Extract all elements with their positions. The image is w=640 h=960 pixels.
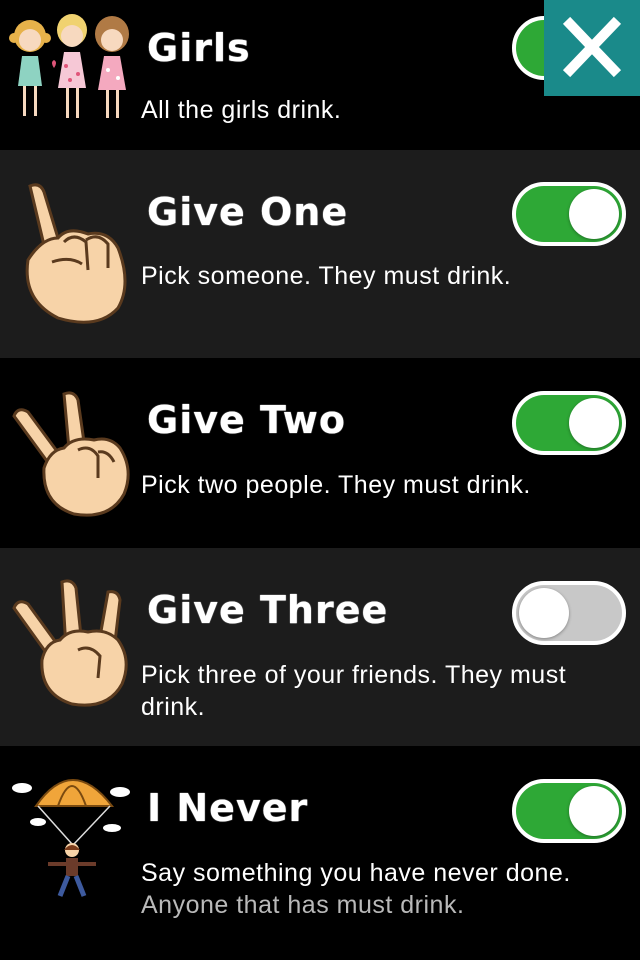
rule-toggle-give-three[interactable]	[512, 581, 626, 645]
rule-title: Give Three	[147, 588, 389, 632]
rule-description-text: Say something you have never done.	[141, 859, 571, 887]
rule-description: Say something you have never done. Anyon…	[141, 857, 631, 921]
rule-title: I Never	[147, 786, 309, 830]
toggle-knob	[569, 786, 619, 836]
rule-description-text: Pick someone. They must drink.	[141, 262, 512, 290]
rule-row-give-three: Give Three Pick three of your friends. T…	[0, 548, 640, 746]
rule-toggle-i-never[interactable]	[512, 779, 626, 843]
close-icon	[562, 16, 622, 78]
rule-description: All the girls drink.	[141, 94, 631, 126]
rule-description: Pick someone. They must drink.	[141, 260, 631, 292]
rule-title: Give Two	[147, 398, 346, 442]
one-finger-hand-icon	[8, 180, 134, 330]
rule-description-text: Pick three of your friends. They must dr…	[141, 661, 567, 721]
rule-description-text: Pick two people. They must drink.	[141, 471, 531, 499]
three-girls-icon	[8, 8, 134, 128]
rule-description: Pick three of your friends. They must dr…	[141, 659, 631, 723]
parachute-man-icon	[8, 766, 134, 906]
rule-title: Girls	[147, 26, 251, 70]
rule-title: Give One	[147, 190, 349, 234]
close-button[interactable]	[544, 0, 640, 96]
toggle-knob	[519, 588, 569, 638]
rule-description-text: All the girls drink.	[141, 96, 342, 124]
rule-toggle-give-two[interactable]	[512, 391, 626, 455]
rule-row-give-two: Give Two Pick two people. They must drin…	[0, 358, 640, 548]
three-finger-hand-icon	[8, 578, 134, 712]
rule-description-subtext: Anyone that has must drink.	[141, 891, 465, 919]
rule-description: Pick two people. They must drink.	[141, 469, 631, 501]
toggle-knob	[569, 398, 619, 448]
rule-row-give-one: Give One Pick someone. They must drink.	[0, 150, 640, 358]
rule-row-i-never: I Never Say something you have never don…	[0, 746, 640, 960]
toggle-knob	[569, 189, 619, 239]
two-finger-hand-icon	[8, 388, 134, 518]
rule-toggle-give-one[interactable]	[512, 182, 626, 246]
